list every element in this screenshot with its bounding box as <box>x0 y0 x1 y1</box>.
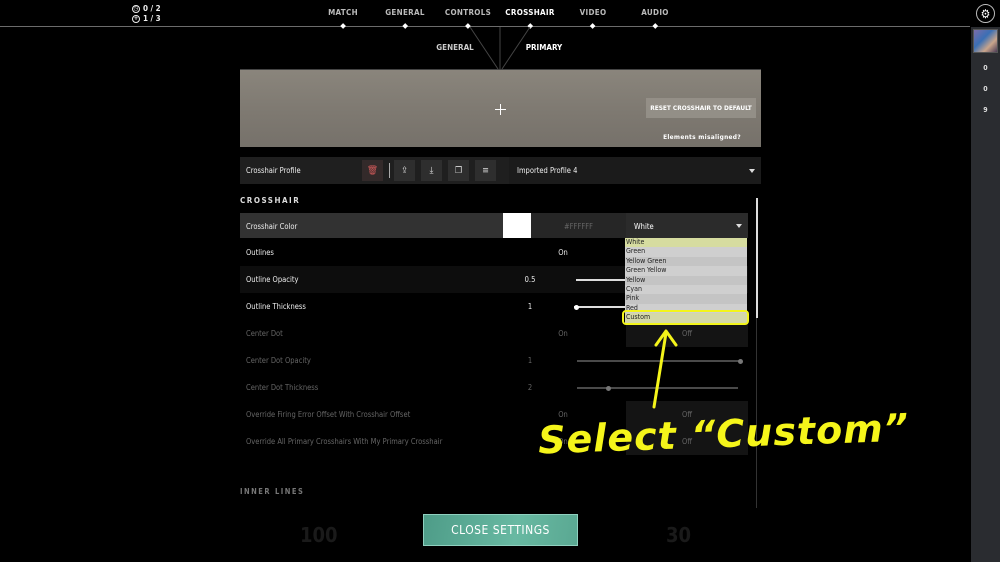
stat-count: 9 <box>983 106 988 114</box>
trash-icon: 🗑 <box>366 165 379 176</box>
crosshair-preview: RESET CROSSHAIR TO DEFAULT Elements misa… <box>240 69 761 147</box>
ghost-value: 30 <box>666 523 692 547</box>
color-swatch <box>503 213 531 238</box>
download-icon: ⤓ <box>429 165 434 176</box>
subtab-general[interactable]: GENERAL <box>436 43 473 52</box>
close-settings-button[interactable]: CLOSE SETTINGS <box>423 514 578 546</box>
color-option-yellow[interactable]: Yellow <box>625 275 747 285</box>
color-option-green-yellow[interactable]: Green Yellow <box>625 266 747 276</box>
reset-crosshair-button[interactable]: RESET CROSSHAIR TO DEFAULT <box>646 98 756 118</box>
setting-label: Crosshair Color <box>246 222 298 231</box>
slider-knob[interactable] <box>574 304 579 310</box>
slider-value: 0.5 <box>524 275 536 284</box>
upload-icon: ⇪ <box>401 165 408 176</box>
elements-misaligned-link[interactable]: Elements misaligned? <box>663 133 741 141</box>
rename-profile-button[interactable]: ≡ <box>475 160 496 181</box>
settings-scrollbar[interactable] <box>756 198 758 318</box>
color-option-pink[interactable]: Pink <box>625 294 747 304</box>
slider-knob[interactable] <box>738 358 743 364</box>
color-option-white[interactable]: White <box>625 238 747 248</box>
section-crosshair: CROSSHAIR <box>240 196 301 205</box>
copy-profile-button[interactable]: ❐ <box>448 160 469 181</box>
tab-controls[interactable]: CONTROLS <box>445 8 491 29</box>
annotation-arrow-icon <box>652 329 678 409</box>
profile-select[interactable]: Imported Profile 4 <box>509 157 761 184</box>
tab-video[interactable]: VIDEO <box>580 8 607 29</box>
section-inner-lines: INNER LINES <box>240 487 305 496</box>
delete-profile-button[interactable]: 🗑 <box>362 160 383 181</box>
settings-tabs: MATCH GENERAL CONTROLS CROSSHAIR VIDEO A… <box>0 8 1000 29</box>
tab-match[interactable]: MATCH <box>328 8 358 29</box>
profile-selected-value: Imported Profile 4 <box>517 166 578 175</box>
color-option-yellow-green[interactable]: Yellow Green <box>625 256 747 267</box>
custom-highlight-box <box>622 310 749 325</box>
ghost-value: 100 <box>300 523 338 547</box>
slider-value: 2 <box>527 383 533 392</box>
slider-value: 1 <box>527 302 533 311</box>
chevron-down-icon <box>749 169 755 173</box>
profile-label: Crosshair Profile <box>246 166 301 175</box>
color-select[interactable]: White <box>626 213 748 238</box>
gear-icon[interactable]: ⚙ <box>976 4 995 23</box>
tab-audio[interactable]: AUDIO <box>641 8 668 29</box>
copy-icon: ❐ <box>454 165 463 176</box>
crosshair-profile-bar: Crosshair Profile 🗑 ⇪ ⤓ ❐ ≡ Imported Pro… <box>240 157 761 184</box>
slider-knob[interactable] <box>606 385 611 391</box>
color-option-cyan[interactable]: Cyan <box>625 284 747 295</box>
color-option-green[interactable]: Green <box>625 247 747 257</box>
stat-count: 0 <box>983 85 988 93</box>
chevron-down-icon <box>736 224 742 228</box>
toggle-on[interactable]: On <box>558 329 568 338</box>
scoreboard-sidebar: 0 0 9 <box>971 27 1000 562</box>
export-profile-button[interactable]: ⇪ <box>394 160 415 181</box>
tab-general[interactable]: GENERAL <box>385 8 425 29</box>
crosshair-icon <box>495 104 506 115</box>
slider-value: 1 <box>527 356 533 365</box>
toggle-on[interactable]: On <box>558 248 568 257</box>
crosshair-color-row: Crosshair Color #FFFFFF White <box>240 213 748 238</box>
tab-crosshair[interactable]: CROSSHAIR <box>505 8 554 29</box>
divider <box>389 163 390 178</box>
avatar <box>973 29 998 53</box>
stat-count: 0 <box>983 64 988 72</box>
subtab-primary[interactable]: PRIMARY <box>526 43 563 52</box>
hex-input[interactable]: #FFFFFF <box>531 213 626 238</box>
edit-list-icon: ≡ <box>482 165 489 176</box>
color-selected-value: White <box>634 222 654 231</box>
import-profile-button[interactable]: ⤓ <box>421 160 442 181</box>
